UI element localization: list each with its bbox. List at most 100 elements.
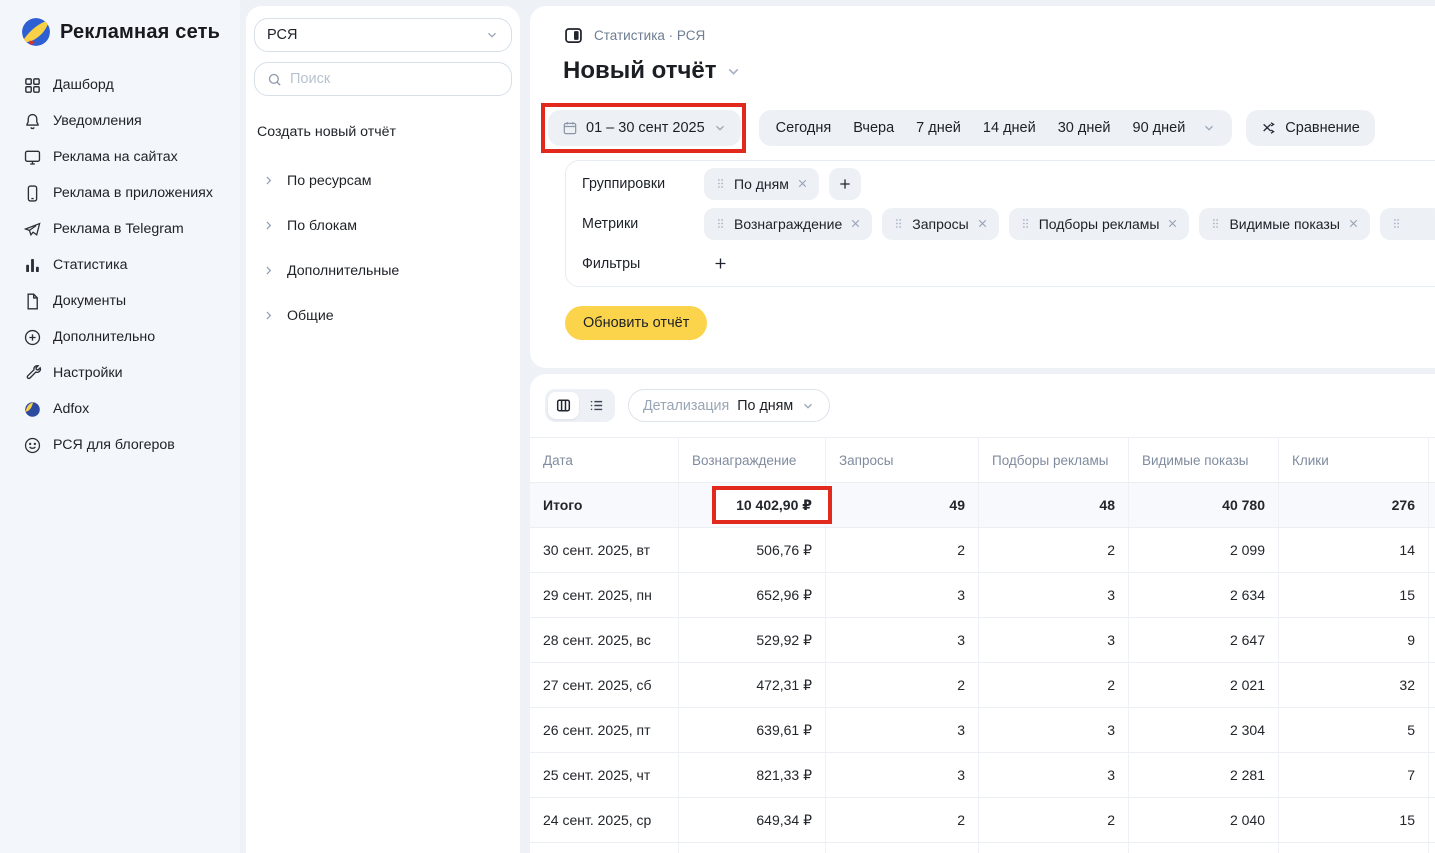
quick-range-yesterday[interactable]: Вчера [842,110,905,146]
sidebar-item-label: Реклама в Telegram [53,221,184,237]
close-icon[interactable] [1347,217,1360,230]
metric-chip-ad-selections[interactable]: Подборы рекламы [1009,208,1190,240]
close-icon[interactable] [796,177,809,190]
tree-item-label: Дополнительные [287,263,399,279]
update-report-button[interactable]: Обновить отчёт [565,306,707,340]
detalization-value: По дням [737,398,793,414]
add-filter-button[interactable] [704,248,736,280]
date-range-value: 01 – 30 сент 2025 [586,120,705,136]
tree-item-additional[interactable]: Дополнительные [254,248,512,293]
tree-item-label: По блокам [287,218,357,234]
row-visible-impressions: 2 634 [1128,573,1278,617]
quick-range-today[interactable]: Сегодня [765,110,843,146]
total-reward-value: 10 402,90 ₽ [736,497,812,514]
total-reward-cell: 10 402,90 ₽ [678,483,825,527]
quick-range-more[interactable] [1196,110,1226,146]
breadcrumb-text: Статистика · РСЯ [594,28,705,43]
metric-chip-requests[interactable]: Запросы [882,208,998,240]
metric-chip-reward[interactable]: Вознаграждение [704,208,872,240]
sidebar-item-ads-in-apps[interactable]: Реклама в приложениях [0,175,240,211]
tree-item-label: По ресурсам [287,173,371,189]
tree-item-by-blocks[interactable]: По блокам [254,203,512,248]
drag-handle-icon[interactable] [1019,217,1032,230]
table-row: 30 сент. 2025, вт 506,76 ₽ 2 2 2 099 14 [530,528,1435,573]
row-reward: 529,92 ₽ [678,618,825,662]
column-header-reward[interactable]: Вознаграждение [678,438,825,482]
row-ad-selections: 3 [978,708,1128,752]
column-header-requests[interactable]: Запросы [825,438,978,482]
table-row: 28 сент. 2025, вс 529,92 ₽ 3 3 2 647 9 [530,618,1435,663]
metric-chip-visible-impressions[interactable]: Видимые показы [1199,208,1369,240]
row-visible-impressions: 2 647 [1128,618,1278,662]
sidebar-item-label: Настройки [53,365,123,381]
row-requests: 3 [825,708,978,752]
quick-range-30days[interactable]: 30 дней [1047,110,1122,146]
tree-item-by-resources[interactable]: По ресурсам [254,158,512,203]
workspace-select[interactable]: РСЯ [254,18,512,52]
plus-circle-icon [23,328,42,347]
filters-label: Фильтры [582,256,704,272]
reports-panel: РСЯ Поиск Создать новый отчёт По ресурса… [246,6,520,853]
create-report-button[interactable]: Создать новый отчёт [257,124,512,140]
sidebar-item-statistics[interactable]: Статистика [0,247,240,283]
columns-view-button[interactable] [548,392,579,419]
sidebar-item-ads-in-telegram[interactable]: Реклама в Telegram [0,211,240,247]
row-clicks: 32 [1278,663,1428,707]
sidebar-item-additional[interactable]: Дополнительно [0,319,240,355]
compare-button[interactable]: Сравнение [1246,110,1375,146]
grouping-chip-by-days[interactable]: По дням [704,168,819,200]
row-visible-impressions: 2 304 [1128,708,1278,752]
groupings-label: Группировки [582,176,704,192]
drag-handle-icon[interactable] [1390,217,1403,230]
sidebar-item-settings[interactable]: Настройки [0,355,240,391]
sidebar-item-notifications[interactable]: Уведомления [0,103,240,139]
tree-item-label: Общие [287,308,334,324]
column-header-visible-impressions[interactable]: Видимые показы [1128,438,1278,482]
sidebar-item-label: Дополнительно [53,329,155,345]
drag-handle-icon[interactable] [892,217,905,230]
report-title[interactable]: Новый отчёт [563,57,742,85]
row-date: 24 сент. 2025, ср [530,798,678,842]
total-ad-selections: 48 [978,483,1128,527]
groupings-row: Группировки По дням [582,165,1435,203]
breadcrumb[interactable]: Статистика · РСЯ [563,25,705,46]
report-search[interactable]: Поиск [254,62,512,96]
report-results-card: Детализация По дням Дата Вознаграждение … [530,374,1435,853]
total-requests: 49 [825,483,978,527]
sidebar-item-adfox[interactable]: Adfox [0,391,240,427]
quick-range-90days[interactable]: 90 дней [1122,110,1197,146]
sidebar-item-documents[interactable]: Документы [0,283,240,319]
tree-item-general[interactable]: Общие [254,293,512,338]
quick-range-14days[interactable]: 14 дней [972,110,1047,146]
brand-logo[interactable]: Рекламная сеть [0,0,240,47]
sidebar-item-rsya-for-bloggers[interactable]: РСЯ для блогеров [0,427,240,463]
row-requests: 2 [825,663,978,707]
drag-handle-icon[interactable] [1209,217,1222,230]
sidebar: Рекламная сеть Дашборд Уведомления Рекла… [0,0,240,853]
metric-chip-partial[interactable] [1380,208,1435,240]
close-icon[interactable] [1166,217,1179,230]
report-title-text: Новый отчёт [563,57,717,85]
row-reward: 472,31 ₽ [678,663,825,707]
quick-range-7days[interactable]: 7 дней [905,110,972,146]
column-header-ad-selections[interactable]: Подборы рекламы [978,438,1128,482]
column-header-clicks[interactable]: Клики [1278,438,1428,482]
sidebar-item-dashboard[interactable]: Дашборд [0,67,240,103]
detalization-select[interactable]: Детализация По дням [628,389,830,422]
close-icon[interactable] [976,217,989,230]
row-clicks: 15 [1278,798,1428,842]
close-icon[interactable] [849,217,862,230]
column-header-date[interactable]: Дата [530,438,678,482]
table-row: 27 сент. 2025, сб 472,31 ₽ 2 2 2 021 32 [530,663,1435,708]
drag-handle-icon[interactable] [714,217,727,230]
drag-handle-icon[interactable] [714,177,727,190]
sidebar-item-ads-on-sites[interactable]: Реклама на сайтах [0,139,240,175]
date-range-picker[interactable]: 01 – 30 сент 2025 [548,110,741,146]
list-view-button[interactable] [581,392,612,419]
row-visible-impressions: 2 040 [1128,798,1278,842]
sidebar-item-label: Статистика [53,257,128,273]
brand-logo-icon [21,17,51,47]
sidebar-item-label: Реклама в приложениях [53,185,213,201]
report-table: Дата Вознаграждение Запросы Подборы рекл… [530,437,1435,853]
add-grouping-button[interactable] [829,168,861,200]
